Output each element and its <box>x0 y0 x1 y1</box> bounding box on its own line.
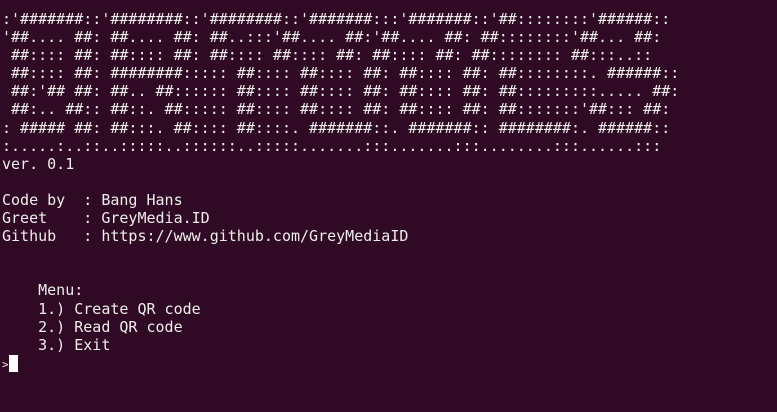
input-prompt[interactable]: > <box>2 354 777 372</box>
prompt-symbol: > <box>2 357 9 371</box>
banner-line: :'#######::'########::'########::'######… <box>2 10 671 28</box>
info-greet: Greet : GreyMedia.ID <box>2 209 210 228</box>
banner-line: : ##### ##: ##:::. ##:::: ##::::. ######… <box>2 118 671 137</box>
menu-item-create-qr: 1.) Create QR code <box>2 299 201 318</box>
menu-title: Menu: <box>2 281 84 300</box>
text-cursor <box>8 354 18 372</box>
banner-line: :.....:..::..:::::..::::::..:::::.......… <box>2 136 662 155</box>
info-code-by: Code by : Bang Hans <box>2 190 183 209</box>
banner-line: '##.... ##: ##.... ##: ##..:::'##.... ##… <box>2 28 662 47</box>
ascii-banner: :'#######::'########::'########::'######… <box>2 10 777 155</box>
terminal-window[interactable]: :'#######::'########::'########::'######… <box>0 0 777 412</box>
menu-item-exit: 3.) Exit <box>2 335 111 354</box>
banner-line: ##:::: ##: ########::::: ##:::: ##:::: #… <box>2 64 680 83</box>
info-github: Github : https://www.github.com/GreyMedi… <box>2 227 409 246</box>
version-text: ver. 0.1 <box>2 154 75 173</box>
banner-line: ##:'## ##: ##.. ##:::::: ##:::: ##:::: #… <box>2 82 680 101</box>
banner-line: ##:.. ##:: ##::. ##::::: ##:::: ##:::: #… <box>2 100 671 119</box>
menu-item-read-qr: 2.) Read QR code <box>2 317 183 336</box>
banner-line: ##:::: ##: ##:::: ##: ##:::: ##:::: ##: … <box>2 46 653 65</box>
info-block: Code by : Bang Hans Greet : GreyMedia.ID… <box>2 191 777 245</box>
menu: Menu: 1.) Create QR code 2.) Read QR cod… <box>2 281 777 353</box>
